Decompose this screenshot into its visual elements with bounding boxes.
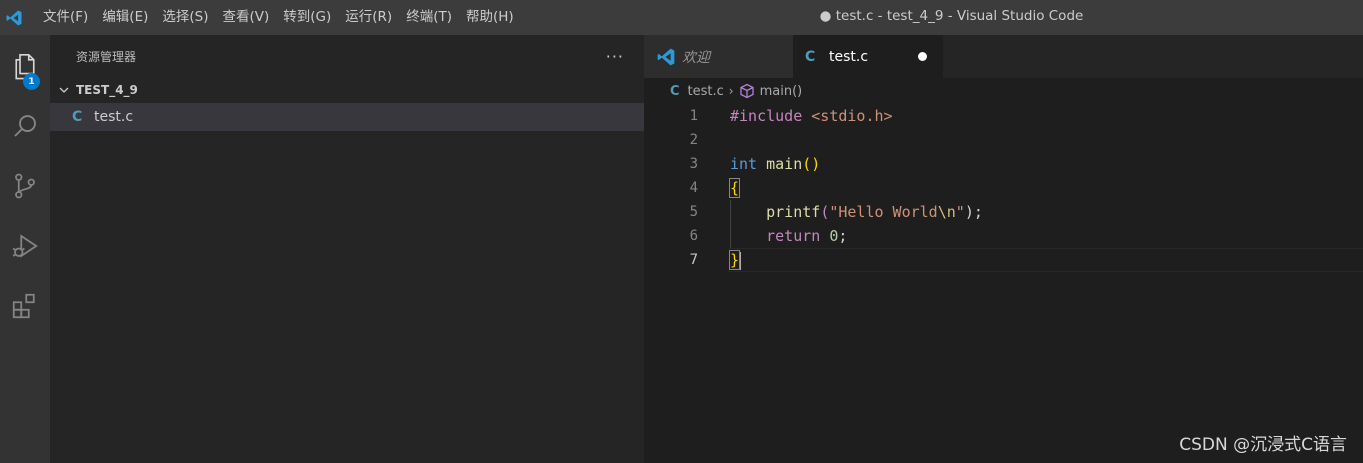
token-return: return bbox=[766, 227, 821, 245]
sidebar-header: 资源管理器 ··· bbox=[50, 35, 644, 77]
vscode-logo-icon bbox=[656, 47, 676, 67]
vscode-logo-icon bbox=[0, 0, 28, 35]
explorer-icon[interactable]: 1 bbox=[0, 41, 50, 91]
code-line-4: 4 { bbox=[644, 176, 1363, 200]
line-number: 6 bbox=[689, 228, 698, 244]
menu-run[interactable]: 运行(R) bbox=[338, 0, 399, 35]
code-editor[interactable]: 1 #include <stdio.h> 2 3 int main() 4 { … bbox=[644, 104, 1363, 272]
unsaved-dot-icon[interactable] bbox=[918, 52, 927, 61]
tab-welcome-label: 欢迎 bbox=[682, 49, 710, 66]
line-number: 4 bbox=[689, 180, 698, 196]
token-string-end: " bbox=[955, 203, 965, 221]
search-icon[interactable] bbox=[0, 101, 50, 151]
line-number: 5 bbox=[689, 204, 698, 220]
line-number: 7 bbox=[689, 252, 698, 268]
tab-welcome[interactable]: 欢迎 bbox=[644, 35, 793, 78]
sidebar-title: 资源管理器 bbox=[76, 49, 137, 64]
code-line-5: 5 printf("Hello World\n"); bbox=[644, 200, 1363, 224]
menu-help[interactable]: 帮助(H) bbox=[459, 0, 521, 35]
line-number: 2 bbox=[689, 132, 698, 148]
menu-bar: 文件(F) 编辑(E) 选择(S) 查看(V) 转到(G) 运行(R) 终端(T… bbox=[36, 0, 521, 35]
tab-test-c[interactable]: C test.c bbox=[793, 35, 943, 78]
line-text: } bbox=[728, 248, 742, 272]
title-bar: 文件(F) 编辑(E) 选择(S) 查看(V) 转到(G) 运行(R) 终端(T… bbox=[0, 0, 1363, 35]
explorer-badge: 1 bbox=[23, 73, 40, 90]
folder-row[interactable]: TEST_4_9 bbox=[50, 77, 644, 103]
line-number: 3 bbox=[689, 156, 698, 172]
code-line-7: 7 } bbox=[644, 248, 1363, 272]
c-file-icon: C bbox=[72, 109, 83, 125]
line-text: int main() bbox=[730, 152, 820, 176]
breadcrumb-symbol[interactable]: main() bbox=[760, 84, 803, 99]
token-close-brace: } bbox=[728, 250, 741, 270]
more-actions-icon[interactable]: ··· bbox=[606, 47, 624, 66]
breadcrumb: C test.c › main() bbox=[644, 78, 1363, 104]
menu-view[interactable]: 查看(V) bbox=[216, 0, 277, 35]
menu-file[interactable]: 文件(F) bbox=[36, 0, 95, 35]
file-name: test.c bbox=[94, 109, 134, 125]
token-printf: printf bbox=[766, 203, 821, 221]
explorer-sidebar: 资源管理器 ··· TEST_4_9 C test.c bbox=[50, 35, 644, 463]
watermark: CSDN @沉浸式C语言 bbox=[1179, 435, 1347, 455]
token-main: main bbox=[766, 155, 803, 173]
breadcrumb-separator: › bbox=[728, 84, 734, 98]
token-parens: () bbox=[802, 155, 821, 173]
activity-bar: 1 bbox=[0, 35, 50, 463]
token-open-brace: { bbox=[728, 178, 741, 198]
run-debug-icon[interactable] bbox=[0, 221, 50, 271]
token-close-stmt: ); bbox=[964, 203, 983, 221]
code-line-1: 1 #include <stdio.h> bbox=[644, 104, 1363, 128]
token-include: #include bbox=[730, 107, 803, 125]
symbol-method-icon bbox=[739, 83, 755, 99]
token-escape: \n bbox=[937, 203, 956, 221]
tab-test-c-label: test.c bbox=[829, 48, 869, 65]
code-line-2: 2 bbox=[644, 128, 1363, 152]
line-text: return 0; bbox=[730, 224, 847, 248]
menu-edit[interactable]: 编辑(E) bbox=[95, 0, 155, 35]
line-text: printf("Hello World\n"); bbox=[730, 200, 983, 224]
file-item[interactable]: C test.c bbox=[50, 103, 644, 131]
source-control-icon[interactable] bbox=[0, 161, 50, 211]
line-text: { bbox=[728, 176, 741, 200]
token-semicolon: ; bbox=[838, 227, 848, 245]
c-file-icon: C bbox=[805, 48, 816, 65]
menu-terminal[interactable]: 终端(T) bbox=[399, 0, 459, 35]
chevron-down-icon bbox=[56, 82, 72, 98]
token-header: <stdio.h> bbox=[811, 107, 893, 125]
menu-selection[interactable]: 选择(S) bbox=[155, 0, 215, 35]
token-open-paren: ( bbox=[820, 203, 830, 221]
token-int: int bbox=[730, 155, 758, 173]
code-line-6: 6 return 0; bbox=[644, 224, 1363, 248]
c-file-icon: C bbox=[670, 83, 680, 99]
editor-area: 欢迎 C test.c C test.c › main() 1 #include… bbox=[644, 35, 1363, 463]
text-cursor bbox=[739, 251, 742, 270]
code-line-3: 3 int main() bbox=[644, 152, 1363, 176]
token-string: "Hello World bbox=[829, 203, 938, 221]
breadcrumb-file[interactable]: test.c bbox=[688, 84, 724, 99]
current-line-highlight bbox=[728, 248, 1363, 272]
line-text: #include <stdio.h> bbox=[730, 104, 893, 128]
extensions-icon[interactable] bbox=[0, 281, 50, 331]
menu-go[interactable]: 转到(G) bbox=[276, 0, 338, 35]
folder-name: TEST_4_9 bbox=[76, 83, 138, 97]
editor-tabs: 欢迎 C test.c bbox=[644, 35, 1363, 78]
line-number: 1 bbox=[689, 108, 698, 124]
